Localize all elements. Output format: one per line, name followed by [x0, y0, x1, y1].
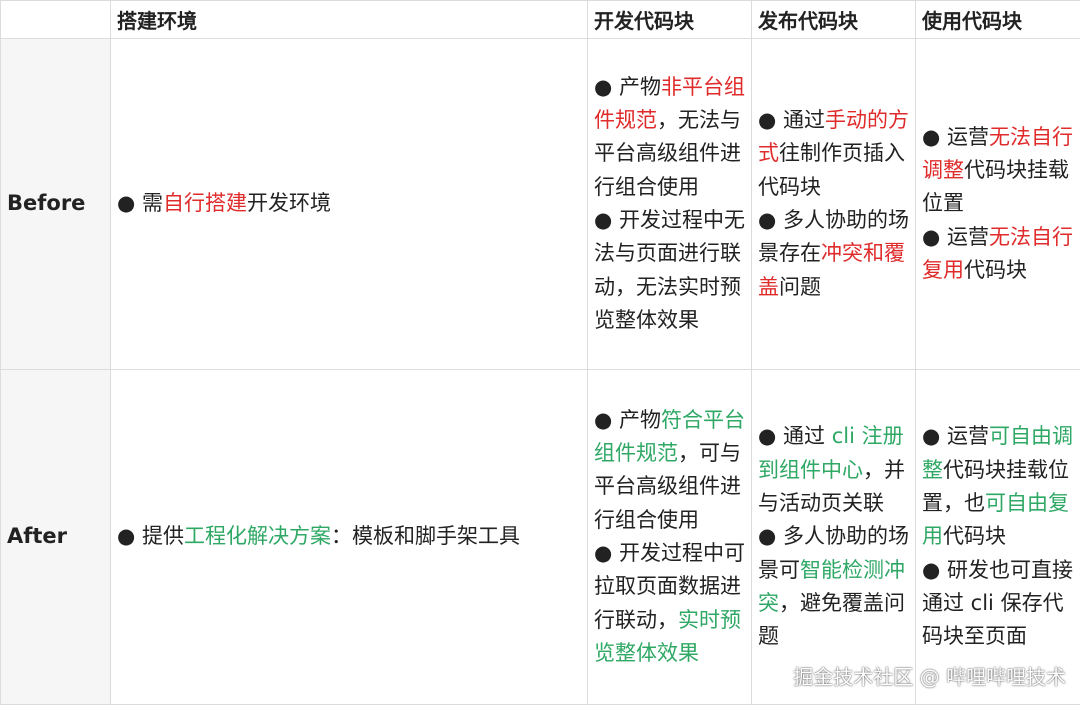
- bullet-list: ● 产物非平台组件规范，无法与平台高级组件进行组合使用 ● 开发过程中无法与页面进…: [594, 71, 745, 337]
- header-row: 搭建环境 开发代码块 发布代码块 使用代码块: [0, 0, 1080, 39]
- bullet-item: ● 提供工程化解决方案：模板和脚手架工具: [117, 520, 581, 553]
- bullet-item: ● 运营无法自行复用代码块: [922, 221, 1074, 288]
- bullet-item: ● 通过 cli 注册到组件中心，并与活动页关联: [758, 420, 909, 520]
- bullet-text: ● 研发也可直接通过 cli 保存代码块至页面: [922, 557, 1073, 649]
- bullet-list: ● 通过 cli 注册到组件中心，并与活动页关联 ● 多人协助的场景可智能检测冲突…: [758, 420, 909, 653]
- cell-after-publish: ● 通过 cli 注册到组件中心，并与活动页关联 ● 多人协助的场景可智能检测冲突…: [751, 369, 916, 705]
- row-after: After ● 提供工程化解决方案：模板和脚手架工具 ● 产物符合平台组件规范，…: [0, 369, 1080, 705]
- header-use-block: 使用代码块: [915, 0, 1080, 39]
- cell-after-develop: ● 产物符合平台组件规范，可与平台高级组件进行组合使用 ● 开发过程中可拉取页面数…: [587, 369, 752, 705]
- bullet-item: ● 多人协助的场景可智能检测冲突，避免覆盖问题: [758, 520, 909, 653]
- bullet-text: ，避免覆盖问题: [758, 590, 905, 649]
- bullet-list: ● 产物符合平台组件规范，可与平台高级组件进行组合使用 ● 开发过程中可拉取页面数…: [594, 404, 745, 670]
- bullet-item: ● 产物符合平台组件规范，可与平台高级组件进行组合使用: [594, 404, 745, 537]
- bullet-text: 问题: [779, 274, 821, 299]
- bullet-text: ● 提供: [117, 524, 184, 549]
- row-label-after: After: [0, 369, 111, 705]
- bullet-item: ● 产物非平台组件规范，无法与平台高级组件进行组合使用: [594, 71, 745, 204]
- bullet-item: ● 运营可自由调整代码块挂载位置，也可自由复用代码块: [922, 420, 1074, 553]
- cell-before-develop: ● 产物非平台组件规范，无法与平台高级组件进行组合使用 ● 开发过程中无法与页面进…: [587, 38, 752, 370]
- bullet-text: 往制作页插入代码块: [758, 141, 905, 199]
- bullet-list: ● 运营无法自行调整代码块挂载位置 ● 运营无法自行复用代码块: [922, 121, 1074, 287]
- bullet-text: ● 通过: [758, 108, 825, 133]
- cell-after-setup: ● 提供工程化解决方案：模板和脚手架工具: [110, 369, 588, 705]
- cell-before-publish: ● 通过手动的方式往制作页插入代码块 ● 多人协助的场景存在冲突和覆盖问题: [751, 38, 916, 370]
- header-publish-block: 发布代码块: [751, 0, 916, 39]
- bullet-item: ● 多人协助的场景存在冲突和覆盖问题: [758, 204, 909, 304]
- comparison-table: 搭建环境 开发代码块 发布代码块 使用代码块 Before ● 需自行搭建开发环…: [0, 0, 1080, 705]
- bullet-list: ● 运营可自由调整代码块挂载位置，也可自由复用代码块 ● 研发也可直接通过 cli…: [922, 420, 1074, 653]
- bullet-text: ● 产物: [594, 407, 661, 432]
- bullet-item: ● 研发也可直接通过 cli 保存代码块至页面: [922, 554, 1074, 654]
- row-before: Before ● 需自行搭建开发环境 ● 产物非平台组件规范，无法与平台高级组件…: [0, 38, 1080, 370]
- bullet-text: 代码块: [964, 257, 1027, 282]
- bullet-item: ● 开发过程中可拉取页面数据进行联动，实时预览整体效果: [594, 537, 745, 670]
- bullet-item: ● 运营无法自行调整代码块挂载位置: [922, 121, 1074, 221]
- header-corner: [0, 0, 111, 39]
- bullet-text: ● 运营: [922, 124, 989, 149]
- bullet-list: ● 提供工程化解决方案：模板和脚手架工具: [117, 520, 581, 553]
- bullet-text: ● 产物: [594, 74, 661, 99]
- watermark-text: 掘金技术社区 @ 哔哩哔哩技术: [793, 665, 1066, 689]
- bullet-text: ● 通过: [758, 424, 832, 449]
- bullet-text: ● 运营: [922, 424, 989, 449]
- bullet-item: ● 需自行搭建开发环境: [117, 187, 581, 220]
- cell-before-use: ● 运营无法自行调整代码块挂载位置 ● 运营无法自行复用代码块: [915, 38, 1080, 370]
- cell-before-setup: ● 需自行搭建开发环境: [110, 38, 588, 370]
- header-develop-block: 开发代码块: [587, 0, 752, 39]
- bullet-item: ● 开发过程中无法与页面进行联动，无法实时预览整体效果: [594, 204, 745, 337]
- bullet-text: ● 开发过程中无法与页面进行联动，无法实时预览整体效果: [594, 208, 745, 332]
- bullet-text: ● 需: [117, 191, 163, 216]
- bullet-list: ● 通过手动的方式往制作页插入代码块 ● 多人协助的场景存在冲突和覆盖问题: [758, 104, 909, 304]
- highlight-positive: 工程化解决方案: [184, 524, 331, 549]
- bullet-text: 代码块: [943, 524, 1006, 549]
- bullet-item: ● 通过手动的方式往制作页插入代码块: [758, 104, 909, 204]
- highlight-negative: 自行搭建: [163, 191, 247, 216]
- bullet-text: ：模板和脚手架工具: [331, 524, 520, 549]
- bullet-text: ● 运营: [922, 224, 989, 249]
- row-label-before: Before: [0, 38, 111, 370]
- cell-after-use: ● 运营可自由调整代码块挂载位置，也可自由复用代码块 ● 研发也可直接通过 cli…: [915, 369, 1080, 705]
- bullet-list: ● 需自行搭建开发环境: [117, 187, 581, 220]
- header-setup-env: 搭建环境: [110, 0, 588, 39]
- bullet-text: 开发环境: [247, 191, 331, 216]
